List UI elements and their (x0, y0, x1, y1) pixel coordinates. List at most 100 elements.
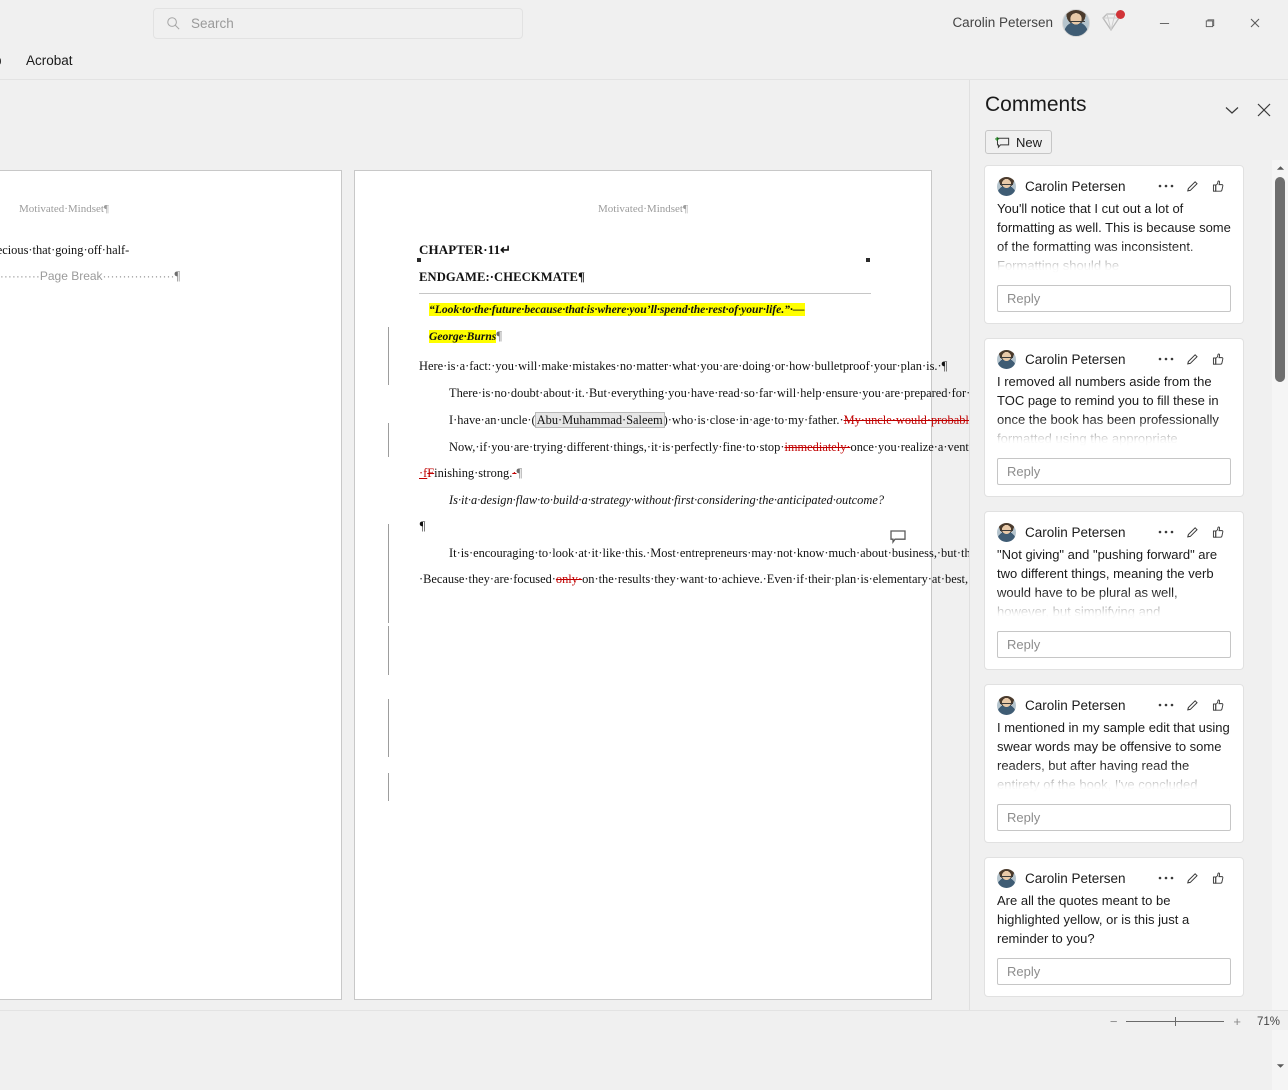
comment-card[interactable]: Carolin Petersen Are all the quotes mean… (984, 857, 1244, 997)
chapter-title: ENDGAME:·CHECKMATE¶ (419, 264, 871, 290)
comments-list[interactable]: Carolin Petersen You'll notice that I cu… (984, 165, 1274, 1005)
edit-pencil-icon[interactable] (1179, 868, 1205, 888)
chapter-heading: CHAPTER·11↵ (419, 237, 871, 263)
zoom-in-button[interactable]: + (1233, 1014, 1241, 1029)
more-options-icon[interactable] (1153, 868, 1179, 888)
close-button[interactable] (1232, 8, 1277, 38)
scroll-down-arrow-icon[interactable] (1272, 1058, 1288, 1074)
comments-scrollbar[interactable] (1272, 160, 1288, 1090)
pilcrow-mark: ¶ (516, 466, 522, 480)
comment-card-header: Carolin Petersen (997, 695, 1231, 715)
comment-card[interactable]: Carolin Petersen "Not giving" and "pushi… (984, 511, 1244, 670)
more-options-icon[interactable] (1153, 522, 1179, 542)
zoom-slider-handle[interactable] (1175, 1017, 1176, 1026)
comment-card[interactable]: Carolin Petersen You'll notice that I cu… (984, 165, 1244, 324)
title-bar: Search Carolin Petersen (0, 0, 1288, 47)
paragraph-3: I·have·an·uncle·(Abu·Muhammad·Saleem)·wh… (419, 407, 871, 433)
zoom-out-button[interactable]: − (1110, 1014, 1118, 1029)
resolve-thumb-icon[interactable] (1205, 522, 1231, 542)
avatar (997, 523, 1016, 542)
scrollbar-thumb[interactable] (1275, 177, 1285, 382)
quote-top-rule (419, 293, 871, 294)
comment-card-header: Carolin Petersen (997, 868, 1231, 888)
page-header-text: Motivated·Mindset¶ (355, 203, 931, 215)
avatar (997, 869, 1016, 888)
document-workspace[interactable]: Motivated·Mindset¶ ation·to·completion?·… (0, 80, 969, 1010)
restore-button[interactable] (1187, 8, 1232, 38)
avatar-glasses (1000, 876, 1013, 877)
deleted-text: only· (556, 572, 582, 586)
comment-actions (1153, 695, 1231, 715)
reply-placeholder-text: Reply (1007, 964, 1040, 979)
comment-text: I removed all numbers aside from the TOC… (997, 372, 1231, 448)
new-comment-button[interactable]: New (985, 130, 1052, 154)
avatar (997, 350, 1016, 369)
comment-author: Carolin Petersen (1025, 698, 1126, 713)
page-previous-body: ation·to·completion?·Time·is·so·precious… (0, 237, 281, 289)
close-pane-icon[interactable] (1254, 100, 1274, 120)
edit-pencil-icon[interactable] (1179, 176, 1205, 196)
reply-placeholder-text: Reply (1007, 637, 1040, 652)
document-page-current: Motivated·Mindset¶ CHAPTER·11↵ ENDGAME:·… (354, 170, 932, 1000)
reply-placeholder-text: Reply (1007, 810, 1040, 825)
search-input[interactable]: Search (153, 8, 523, 39)
content-control-field[interactable]: Abu·Muhammad·Saleem (536, 413, 664, 427)
more-options-icon[interactable] (1153, 349, 1179, 369)
avatar-glasses (1069, 21, 1085, 25)
edit-pencil-icon[interactable] (1179, 695, 1205, 715)
comments-pane: Comments New Carolin Petersen You'll not… (969, 80, 1288, 1010)
comment-author: Carolin Petersen (1025, 871, 1126, 886)
scroll-up-arrow-icon[interactable] (1272, 160, 1288, 176)
resolve-thumb-icon[interactable] (1205, 868, 1231, 888)
comment-actions (1153, 522, 1231, 542)
reply-input[interactable]: Reply (997, 285, 1231, 312)
avatar-glasses (1000, 703, 1013, 704)
reply-placeholder-text: Reply (1007, 291, 1040, 306)
resolve-thumb-icon[interactable] (1205, 176, 1231, 196)
comment-author: Carolin Petersen (1025, 352, 1126, 367)
minimize-button[interactable] (1142, 8, 1187, 38)
zoom-slider[interactable] (1126, 1016, 1224, 1028)
comment-card-header: Carolin Petersen (997, 522, 1231, 542)
reply-input[interactable]: Reply (997, 804, 1231, 831)
page-break-marker: ··················Page Break············… (0, 269, 174, 283)
tracked-change-bar (388, 699, 389, 757)
avatar-glasses (1000, 184, 1013, 185)
reply-input[interactable]: Reply (997, 958, 1231, 985)
p6-text-b: on·the·results·they·want·to·achieve.·Eve… (582, 572, 969, 586)
edit-pencil-icon[interactable] (1179, 349, 1205, 369)
paragraph-4: Now,·if·you·are·trying·different·things,… (419, 434, 871, 486)
ribbon-tab-row: p Acrobat Comments Reviewing ▾ Share ▾ (0, 47, 1288, 80)
tracked-change-bar (388, 773, 389, 801)
comment-author: Carolin Petersen (1025, 179, 1126, 194)
paragraph-5-italic-question: Is·it·a·design·flaw·to·build·a·strategy·… (419, 487, 871, 539)
paragraph-line: ation·to·completion?·Time·is·so·precious… (0, 237, 281, 263)
margin-comment-icon[interactable] (890, 530, 906, 543)
more-options-icon[interactable] (1153, 695, 1179, 715)
account-name[interactable]: Carolin Petersen (952, 15, 1053, 30)
tracked-change-bar (388, 423, 389, 457)
tab-help-truncated[interactable]: p (0, 53, 2, 68)
zoom-controls: − + 71% (1110, 1014, 1280, 1029)
pilcrow-mark: ¶ (496, 329, 502, 343)
comment-card[interactable]: Carolin Petersen I mentioned in my sampl… (984, 684, 1244, 843)
reply-input[interactable]: Reply (997, 631, 1231, 658)
comment-text: "Not giving" and "pushing forward" are t… (997, 545, 1231, 621)
comment-card[interactable]: Carolin Petersen I removed all numbers a… (984, 338, 1244, 497)
page-current-body[interactable]: CHAPTER·11↵ ENDGAME:·CHECKMATE¶ “Look·to… (419, 237, 871, 592)
collapse-chevron-icon[interactable] (1222, 100, 1242, 120)
tab-acrobat[interactable]: Acrobat (26, 53, 73, 68)
search-placeholder-text: Search (191, 16, 234, 31)
status-bar: − + 71% (0, 1010, 1288, 1030)
comment-actions (1153, 868, 1231, 888)
tracked-change-bar (388, 626, 389, 675)
more-options-icon[interactable] (1153, 176, 1179, 196)
avatar[interactable] (1062, 9, 1090, 37)
search-icon (166, 16, 181, 31)
zoom-level-label[interactable]: 71% (1250, 1016, 1280, 1028)
edit-pencil-icon[interactable] (1179, 522, 1205, 542)
reply-input[interactable]: Reply (997, 458, 1231, 485)
comment-card-header: Carolin Petersen (997, 176, 1231, 196)
resolve-thumb-icon[interactable] (1205, 349, 1231, 369)
resolve-thumb-icon[interactable] (1205, 695, 1231, 715)
